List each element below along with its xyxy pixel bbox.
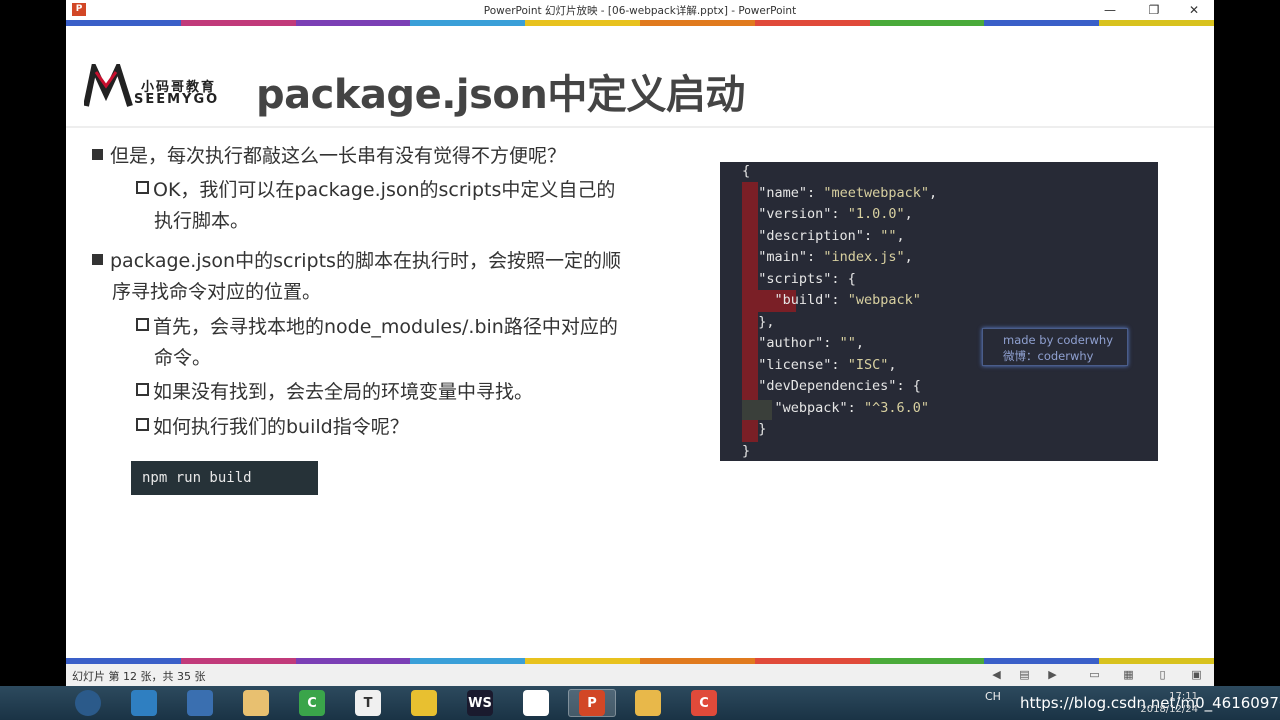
app-notepad-icon	[411, 690, 437, 716]
restore-button[interactable]: ❐	[1134, 1, 1174, 19]
code-line: "name": "meetwebpack",	[758, 184, 938, 201]
code-line: "version": "1.0.0",	[758, 206, 913, 222]
next-slide-icon[interactable]: ▶	[1046, 668, 1059, 681]
normal-view-icon[interactable]: ▭	[1088, 668, 1101, 681]
app-avatar-taskbar-button[interactable]	[232, 689, 280, 717]
app-c-green-icon: C	[299, 690, 325, 716]
sub-bullet-2: 首先，会寻找本地的node_modules/.bin路径中对应的 命令。	[136, 312, 618, 374]
code-line: "main": "index.js",	[758, 249, 913, 265]
minimize-button[interactable]: —	[1090, 1, 1130, 19]
system-clock[interactable]: 17:11 2018/12/24	[1138, 690, 1198, 716]
code-line: "scripts": {	[758, 270, 856, 287]
npm-command-box: npm run build	[131, 461, 318, 495]
app-explorer-icon	[635, 690, 661, 716]
reading-view-icon[interactable]: ▯	[1156, 668, 1169, 681]
slideshow-icon[interactable]: ▣	[1190, 668, 1203, 681]
slide-menu-icon[interactable]: ▤	[1018, 668, 1031, 681]
filled-square-bullet-icon	[92, 254, 103, 265]
bullet-2: package.json中的scripts的脚本在执行时，会按照一定的顺 序寻找…	[92, 246, 621, 308]
app-browser-taskbar-button[interactable]	[176, 689, 224, 717]
filled-square-bullet-icon	[92, 149, 103, 160]
code-line: {	[742, 163, 751, 179]
code-line: }	[742, 421, 767, 437]
app-browser-icon	[187, 690, 213, 716]
sub-bullet-3: 如果没有找到，会去全局的环境变量中寻找。	[136, 377, 533, 408]
package-json-code-image: { "name": "meetwebpack", "version": "1.0…	[720, 162, 1158, 461]
slide-counter: 幻灯片 第 12 张，共 35 张	[72, 670, 206, 683]
code-line: },	[742, 313, 775, 330]
start-icon	[75, 690, 101, 716]
logo-m-icon	[84, 64, 133, 107]
code-line: "description": "",	[758, 227, 905, 244]
code-line: "license": "ISC",	[758, 356, 897, 373]
slide-canvas: 小码哥教育 SEEMYGO package.json中定义启动 但是，每次执行都…	[66, 26, 1214, 658]
app-blue-taskbar-button[interactable]	[120, 689, 168, 717]
app-powerpoint-taskbar-button[interactable]: P	[568, 689, 616, 717]
start-taskbar-button[interactable]	[64, 689, 112, 717]
code-line: "webpack": "^3.6.0"	[774, 399, 929, 416]
coderwhy-watermark: made by coderwhy 微博：coderwhy	[982, 328, 1128, 366]
bullet-1: 但是，每次执行都敲这么一长串有没有觉得不方便呢？	[92, 141, 566, 172]
app-avatar-icon	[243, 690, 269, 716]
app-chrome-taskbar-button[interactable]	[512, 689, 560, 717]
app-chrome-icon	[523, 690, 549, 716]
app-c-red-icon: C	[691, 690, 717, 716]
app-blue-icon	[131, 690, 157, 716]
hollow-square-bullet-icon	[136, 318, 149, 331]
previous-slide-icon[interactable]: ◀	[990, 668, 1003, 681]
app-explorer-taskbar-button[interactable]	[624, 689, 672, 717]
code-line: "build": "webpack"	[774, 292, 921, 308]
right-black-border	[1214, 0, 1280, 686]
hollow-square-bullet-icon	[136, 181, 149, 194]
close-button[interactable]: ✕	[1174, 1, 1214, 19]
app-powerpoint-icon: P	[579, 690, 605, 716]
slide-divider	[66, 126, 1214, 128]
windows-taskbar: C T WS P C CH https://blog.csdn.net/m0_46160…	[0, 686, 1280, 720]
app-typora-icon: T	[355, 690, 381, 716]
window-title: PowerPoint 幻灯片放映 - [06-webpack详解.pptx] -…	[483, 5, 797, 17]
app-notepad-taskbar-button[interactable]	[400, 689, 448, 717]
logo-english-text: SEEMYGO	[134, 92, 220, 107]
app-webstorm-taskbar-button[interactable]: WS	[456, 689, 504, 717]
code-line: "author": "",	[758, 335, 864, 351]
app-c-red-taskbar-button[interactable]: C	[680, 689, 728, 717]
app-c-green-taskbar-button[interactable]: C	[288, 689, 336, 717]
slide-title: package.json中定义启动	[256, 72, 745, 118]
hollow-square-bullet-icon	[136, 418, 149, 431]
window-titlebar: P PowerPoint 幻灯片放映 - [06-webpack详解.pptx]…	[66, 0, 1214, 20]
sub-bullet-4: 如何执行我们的build指令呢？	[136, 412, 409, 443]
code-line: }	[742, 442, 751, 459]
app-typora-taskbar-button[interactable]: T	[344, 689, 392, 717]
hollow-square-bullet-icon	[136, 383, 149, 396]
sub-bullet-1: OK，我们可以在package.json的scripts中定义自己的 执行脚本。	[136, 175, 615, 237]
app-webstorm-icon: WS	[467, 690, 493, 716]
seemygo-logo: 小码哥教育 SEEMYGO	[84, 64, 229, 109]
slide-sorter-icon[interactable]: ▦	[1122, 668, 1135, 681]
input-language-indicator[interactable]: CH	[985, 690, 1001, 703]
status-bar: 幻灯片 第 12 张，共 35 张 ◀ ▤ ▶ ▭ ▦ ▯ ▣	[66, 664, 1214, 686]
left-black-border	[0, 0, 66, 686]
code-line: "devDependencies": {	[758, 378, 921, 394]
